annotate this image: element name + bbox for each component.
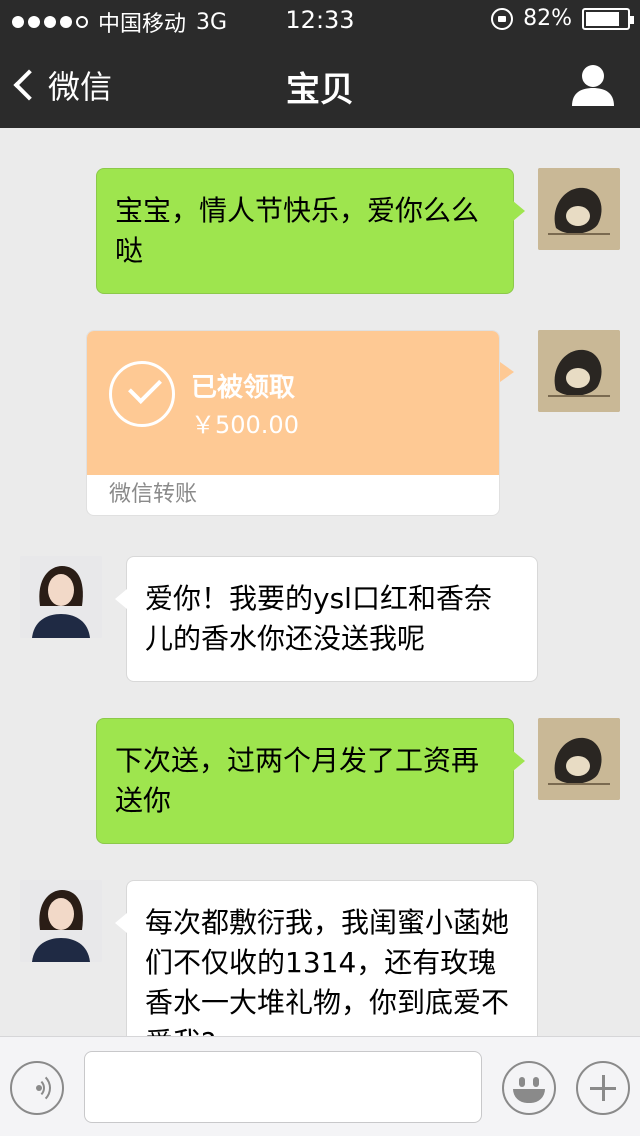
emoji-mouth <box>513 1089 545 1103</box>
status-bar: 中国移动 3G 12:33 82% <box>0 0 640 40</box>
voice-icon[interactable] <box>10 1061 64 1115</box>
avatar-image <box>20 880 102 962</box>
nav-bar: 微信 宝贝 <box>0 40 640 128</box>
self-avatar[interactable] <box>538 168 620 250</box>
friend-avatar[interactable] <box>20 880 102 962</box>
avatar-image <box>538 168 620 250</box>
rotation-lock-icon <box>491 7 514 30</box>
message-bubble[interactable]: 下次送，过两个月发了工资再送你 <box>96 718 525 844</box>
message-bubble[interactable]: 宝宝，情人节快乐，爱你么么哒 <box>96 168 525 294</box>
plus-icon[interactable] <box>576 1061 630 1115</box>
message-text: 爱你！我要的ysl口红和香奈儿的香水你还没送我呢 <box>145 582 492 655</box>
self-avatar[interactable] <box>538 718 620 800</box>
friend-avatar[interactable] <box>20 556 102 638</box>
transfer-amount: ￥500.00 <box>191 411 299 439</box>
message-text: 下次送，过两个月发了工资再送你 <box>115 744 480 817</box>
self-avatar[interactable] <box>538 330 620 412</box>
emoji-icon[interactable] <box>502 1061 556 1115</box>
transfer-header: 已被领取 ￥500.00 <box>87 331 499 475</box>
message-text: 宝宝，情人节快乐，爱你么么哒 <box>115 194 480 267</box>
message-bubble[interactable]: 每次都敷衍我，我闺蜜小菡她们不仅收的1314，还有玫瑰香水一大堆礼物，你到底爱不… <box>115 880 538 1036</box>
avatar-image <box>538 330 620 412</box>
battery-fill <box>586 11 619 26</box>
person-icon[interactable] <box>568 60 618 110</box>
input-bar <box>0 1036 640 1136</box>
message-text: 每次都敷衍我，我闺蜜小菡她们不仅收的1314，还有玫瑰香水一大堆礼物，你到底爱不… <box>145 906 510 1036</box>
checkmark-icon <box>109 361 175 427</box>
emoji-eye <box>533 1077 539 1087</box>
status-right: 82% <box>491 6 634 31</box>
battery-percent: 82% <box>523 6 572 31</box>
message-bubble[interactable]: 爱你！我要的ysl口红和香奈儿的香水你还没送我呢 <box>115 556 538 682</box>
voice-dot <box>36 1085 42 1091</box>
chat-title: 宝贝 <box>286 70 354 110</box>
message-input[interactable] <box>84 1051 482 1123</box>
voice-wave <box>25 1078 45 1098</box>
chat-area[interactable]: 宝宝，情人节快乐，爱你么么哒 已被领取 ￥500.00 微信转账 爱你！我要的y… <box>0 128 640 1036</box>
emoji-eye <box>519 1077 525 1087</box>
avatar-image <box>538 718 620 800</box>
avatar-image <box>20 556 102 638</box>
transfer-source: 微信转账 <box>109 482 198 507</box>
bubble-tail <box>500 362 514 382</box>
transfer-status: 已被领取 <box>191 373 296 403</box>
transfer-card[interactable]: 已被领取 ￥500.00 微信转账 <box>86 330 500 516</box>
battery-icon <box>582 7 634 30</box>
